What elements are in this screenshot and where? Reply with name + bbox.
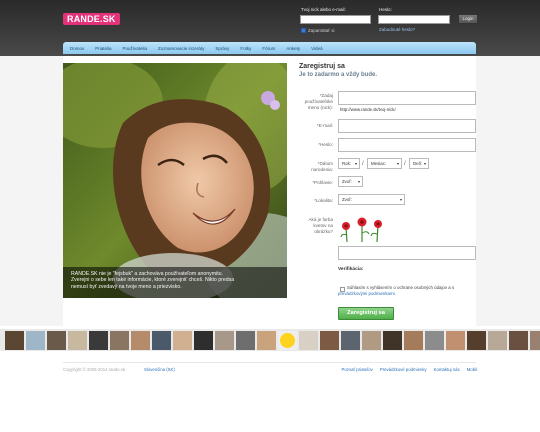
gender-select[interactable]: Zvoľ: ▾ [338,176,363,187]
member-thumbnail[interactable] [152,330,171,350]
captcha-question: Aká je farba kvetov na obrázku? [308,217,333,234]
chevron-down-icon: ▾ [354,161,357,166]
chevron-down-icon: ▾ [396,161,399,166]
terms-link[interactable]: prevádzkovými podmienkami. [338,291,454,297]
member-thumbnail[interactable] [26,330,45,350]
caption-line-3: nemusí byť zvedavý na tvoje meno a priez… [71,283,182,290]
login-nick-input[interactable] [300,15,371,24]
nav-item-users[interactable]: Používatelia [123,46,148,51]
location-label: *Lokalita: [314,198,333,203]
login-password-label: Heslo: [379,7,392,12]
language-selector[interactable]: Slovenčina (SK) [144,367,175,372]
member-thumbnail[interactable] [278,330,297,350]
member-thumbnail[interactable] [89,330,108,350]
footer-link-terms[interactable]: Prevádzkové podmienky [380,367,427,372]
member-thumbnail[interactable] [320,330,339,350]
nav-item-friends[interactable]: Priatelia [95,46,111,51]
member-thumbnail[interactable] [194,330,213,350]
nav-item-home[interactable]: Domov [70,46,84,51]
nav-item-polls[interactable]: Ankety [286,46,300,51]
form-title: Zaregistruj sa [299,63,345,70]
smiley-icon [280,332,295,348]
member-thumbnail[interactable] [446,330,465,350]
member-thumbnail[interactable] [362,330,381,350]
verification-label: Verifikácia: [338,267,364,272]
nav-item-forum[interactable]: Fórum [262,46,275,51]
hero-photo: RANDE.SK nie je "fejsbuk" a zachováva po… [63,63,287,298]
footer-link-invite[interactable]: Pozvať priateľov [342,367,373,372]
member-thumbnail[interactable] [47,330,66,350]
member-thumbnail[interactable] [110,330,129,350]
top-header: RANDE.SK Tvoj nick alebo e-mail: Heslo: … [0,0,540,56]
member-thumbnail[interactable] [488,330,507,350]
year-select[interactable]: Rok: ▾ [338,158,360,169]
smiling-woman-image [63,63,287,298]
member-thumbnails-strip [0,329,540,351]
date-separator: / [404,161,406,167]
member-thumbnail[interactable] [173,330,192,350]
footer-link-contact[interactable]: Kontaktuj nás [434,367,460,372]
register-button[interactable]: Zaregistruj sa [338,307,394,320]
captcha-answer-input[interactable] [338,246,476,260]
date-separator: / [362,161,364,167]
member-thumbnail[interactable] [530,330,540,350]
page: RANDE.SK Tvoj nick alebo e-mail: Heslo: … [0,0,540,432]
nav-item-dating-ads[interactable]: Zoznamovacie inzeráty [158,46,204,51]
member-thumbnail[interactable] [404,330,423,350]
member-thumbnail[interactable] [131,330,150,350]
password-label: *Heslo: [318,142,333,147]
login-button[interactable]: Login [458,14,478,24]
member-thumbnail[interactable] [68,330,87,350]
agree-text: Súhlasím s vyhlásením o ochrane osobných… [338,285,455,297]
email-input[interactable] [338,119,476,133]
main-nav: Domov Priatelia Používatelia Zoznamovaci… [63,42,476,54]
member-thumbnail[interactable] [236,330,255,350]
nav-item-messages[interactable]: Správy [215,46,229,51]
nick-input[interactable] [338,91,476,105]
month-select[interactable]: Mesiac: ▾ [367,158,402,169]
nav-item-videos[interactable]: Videá [311,46,322,51]
member-thumbnail[interactable] [5,330,24,350]
location-select[interactable]: Zvoľ: ▾ [338,194,405,205]
forgot-password-link[interactable]: Zabudnuté heslo? [379,27,415,32]
member-thumbnail[interactable] [215,330,234,350]
member-thumbnail[interactable] [341,330,360,350]
gender-label: *Pohlavie: [312,180,333,185]
password-input[interactable] [338,138,476,152]
member-thumbnail[interactable] [383,330,402,350]
birthdate-label: *Dátum narodenia: [311,161,333,172]
member-thumbnail[interactable] [299,330,318,350]
captcha-flowers-image [340,217,382,243]
nick-url-hint: http://www.rande.sk/tvoj-nick/ [340,107,396,112]
remember-checkbox[interactable] [301,28,306,33]
remember-me[interactable]: Zapamätať si [301,28,334,33]
chevron-down-icon: ▾ [423,161,426,166]
copyright: Copyright © 2006-2014 rande.sk · [63,367,128,372]
footer-links: Pozvať priateľov Prevádzkové podmienky K… [342,367,477,372]
member-thumbnail[interactable] [509,330,528,350]
member-thumbnail[interactable] [425,330,444,350]
form-subtitle: Je to zadarmo a vždy bude. [299,72,378,78]
photo-caption: RANDE.SK nie je "fejsbuk" a zachováva po… [63,267,287,298]
footer-link-mobile[interactable]: Mobil [467,367,477,372]
chevron-down-icon: ▾ [399,197,402,202]
nav-item-photos[interactable]: Fotky [240,46,251,51]
member-thumbnail[interactable] [467,330,486,350]
member-thumbnail[interactable] [257,330,276,350]
nick-label: *Zadaj používateľské meno (nick): [304,93,333,110]
site-logo[interactable]: RANDE.SK [63,13,120,25]
chevron-down-icon: ▾ [357,179,360,184]
login-password-input[interactable] [378,15,450,24]
remember-label: Zapamätať si [308,28,335,33]
email-label: *E-mail: [316,123,333,128]
day-select[interactable]: Deň: ▾ [409,158,429,169]
login-nick-label: Tvoj nick alebo e-mail: [301,7,346,12]
footer-divider [63,362,476,363]
